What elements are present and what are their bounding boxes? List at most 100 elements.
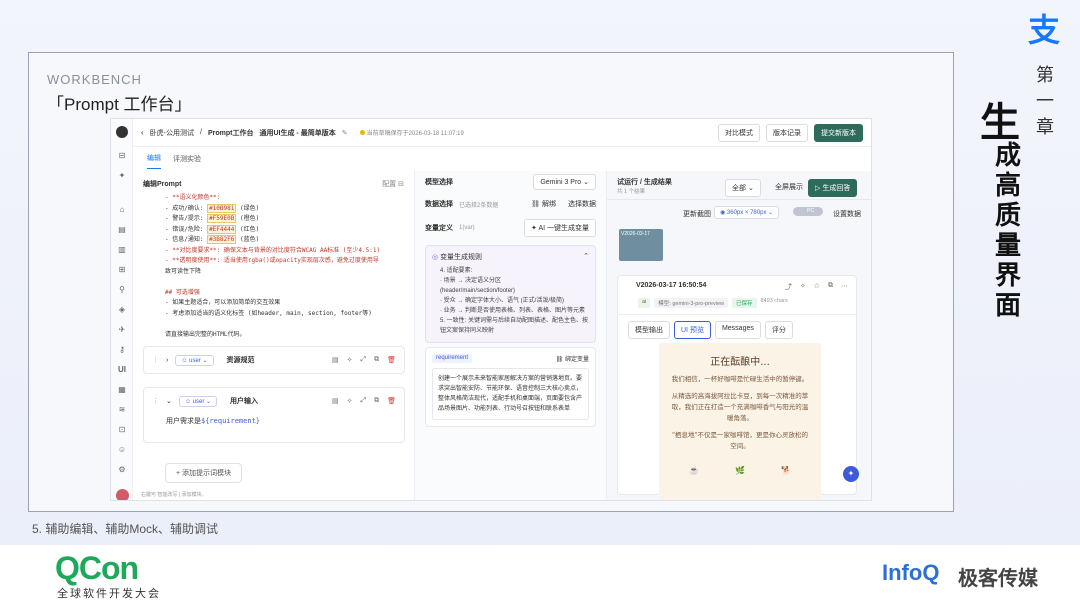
document-icon[interactable]: ▥ [111, 239, 133, 259]
rule-line: 4. 适配要素: [440, 268, 473, 274]
pc-toggle[interactable]: PC [793, 207, 823, 216]
delete-icon[interactable]: 🗑 [387, 397, 396, 405]
fullscreen-icon[interactable]: ⤢ [361, 356, 367, 364]
magic-icon[interactable]: ✧ [800, 282, 806, 292]
drag-handle-icon[interactable]: ⋮ [152, 356, 159, 364]
copy-icon[interactable]: ⧉ [374, 356, 379, 364]
editor-header: 编辑Prompt 配置 ⊟ [133, 171, 414, 193]
magic-icon[interactable]: ✧ [347, 356, 353, 364]
bind-var-button[interactable]: ⛓ 绑定变量 [556, 354, 589, 363]
copy-icon[interactable]: ⧉ [828, 282, 833, 292]
editor-title: 编辑Prompt [143, 181, 182, 188]
breadcrumb-project[interactable]: 卧虎-公用测试 [150, 128, 194, 138]
drag-handle-icon[interactable]: ⋮ [152, 397, 159, 405]
delete-icon[interactable]: 🗑 [387, 356, 396, 364]
prompt-code-editor[interactable]: - **语义化颜色**: - 成功/确认: #10B981 (绿色) - 警告/提示… [133, 193, 414, 340]
qcon-logo: QCon [55, 550, 139, 586]
expand-icon[interactable]: › [166, 357, 168, 364]
infoq-logo: InfoQ [882, 560, 940, 585]
rule-line: · 场景 → 决定语义分区 [440, 278, 501, 284]
model-dropdown[interactable]: Gemini 3 Pro ⌄ [533, 174, 596, 190]
code-line: - 考虑添加适当的语义化标签 (如header, main, section, … [165, 309, 372, 317]
fullscreen-icon[interactable]: ⤢ [361, 397, 367, 405]
refresh-screenshot-button[interactable]: 更新截图 [683, 209, 711, 219]
ai-assistant-fab[interactable]: ✦ [843, 466, 859, 482]
var-value-textarea[interactable]: 创建一个展示未来智能家居解决方案的营销落地页。要求突出智能安防、节能环保、语音控… [432, 368, 589, 420]
role-select[interactable]: ☺ user ⌄ [175, 354, 214, 366]
var-name-tag: requirement [432, 354, 473, 363]
database-icon[interactable]: ▤ [111, 219, 133, 239]
rule-line: 钮文案保持同义映射 [440, 328, 495, 334]
tag-icon[interactable]: ◈ [111, 299, 133, 319]
copy-icon[interactable]: ⧉ [374, 397, 379, 405]
doc-icon[interactable]: ▤ [332, 397, 339, 405]
settings-data-button[interactable]: 设置数据 [833, 209, 861, 219]
breadcrumb-workbench[interactable]: Prompt工作台 [208, 128, 254, 138]
collapse-chevron-icon[interactable]: ⌄ [166, 397, 172, 405]
user-icon[interactable]: ☺ [111, 439, 133, 459]
prompt-editor-panel: 编辑Prompt 配置 ⊟ - **语义化颜色**: - 成功/确认: #10B9… [133, 171, 415, 500]
share-icon[interactable]: ⤴ [785, 282, 792, 292]
ai-generate-var-button[interactable]: ✦ AI 一键生成变量 [524, 219, 596, 237]
version-label: V2026-03-17 16:50:54 [636, 282, 707, 289]
ui-icon[interactable]: UI [111, 359, 133, 379]
tab-edit[interactable]: 编辑 [147, 153, 161, 169]
bot-icon[interactable]: ⊡ [111, 419, 133, 439]
doc-icon[interactable]: ▤ [332, 356, 339, 364]
rocket-icon[interactable]: ✈ [111, 319, 133, 339]
calendar-icon[interactable]: ▦ [111, 379, 133, 399]
compare-mode-button[interactable]: 对比模式 [718, 123, 760, 142]
collapse-icon[interactable]: ⊟ [111, 145, 133, 165]
ai-tag: ai [638, 298, 651, 308]
preview-paragraph-2: 从精选的高海拔阿拉比卡豆，到每一次精准的萃取，我们正在打造一个充满咖啡香气与阳光… [671, 392, 809, 422]
fullscreen-button[interactable]: 全屏展示 [775, 182, 803, 192]
user-input-body[interactable]: 用户需求是${requirement} [144, 414, 404, 428]
dog-icon: 🐕 [781, 466, 791, 475]
code-line: - 如果主题适合，可以添加简单的交互效果 [165, 299, 281, 306]
generate-button[interactable]: ▷ 生成回答 [808, 179, 858, 197]
ui-preview-frame: 正在酝酿中... 我们相信，一杯好咖啡是忙碌生活中的暂停键。 从精选的高海拔阿拉… [659, 343, 821, 500]
avatar[interactable] [111, 485, 133, 500]
rule-collapse-icon[interactable]: ⌃ [583, 252, 589, 262]
home-icon[interactable]: ⌂ [111, 199, 133, 219]
back-icon[interactable]: ‹ [141, 128, 144, 137]
preview-paragraph-3: "栖息地"不仅是一家咖啡馆，更是你心灵放松的空间。 [672, 431, 808, 450]
var-count: 1(var) [459, 225, 475, 231]
size-dropdown[interactable]: ◉ 360px × 780px ⌄ [714, 206, 780, 219]
rule-icon: ◎ [432, 254, 439, 261]
settings-icon[interactable]: ⚙ [111, 459, 133, 479]
tab-messages[interactable]: Messages [714, 321, 761, 339]
unbind-button[interactable]: ⛓ 解绑 [531, 199, 556, 209]
block-title: 资源规范 [226, 357, 255, 364]
tab-ui-preview[interactable]: UI 预览 [674, 321, 711, 339]
config-button[interactable]: 配置 ⊟ [382, 179, 404, 189]
chart-icon[interactable]: ⊞ [111, 259, 133, 279]
result-header: 试运行 / 生成结果 [617, 179, 672, 186]
top-bar: ‹ 卧虎-公用测试 / Prompt工作台 通用UI生成 - 最简单版本 ✎ 当… [133, 119, 871, 147]
coffee-icon: ☕ [689, 466, 699, 475]
rule-line: · 受众 → 确定字体大小、语气 (正式/活泼/极简) [440, 298, 564, 304]
result-thumbnail[interactable]: V2026-03-17 [619, 229, 663, 261]
submit-version-button[interactable]: 提交新版本 [814, 123, 863, 142]
tab-score[interactable]: 评分 [764, 321, 793, 339]
link-icon[interactable]: ⚲ [111, 279, 133, 299]
pin-icon[interactable]: ✦ [111, 165, 133, 185]
version-history-button[interactable]: 版本记录 [766, 123, 808, 142]
magic-icon[interactable]: ✧ [347, 397, 353, 405]
star-icon[interactable]: ☆ [814, 282, 820, 292]
layers-icon[interactable]: ≋ [111, 399, 133, 419]
code-line: 致可读性下降 [165, 267, 202, 275]
data-select-label: 数据选择 [425, 201, 453, 208]
edit-icon[interactable]: ✎ [342, 129, 348, 137]
more-icon[interactable]: ⋯ [841, 282, 848, 292]
prompt-block-resource: ⋮ › ☺ user ⌄ 资源规范 ▤ ✧ ⤢ ⧉ 🗑 [143, 346, 405, 374]
tab-model-output[interactable]: 模型输出 [628, 321, 670, 339]
result-filter-dropdown[interactable]: 全部 ⌄ [725, 179, 761, 197]
var-def-label: 变量定义 [425, 225, 453, 232]
key-icon[interactable]: ⚷ [111, 339, 133, 359]
select-data-button[interactable]: 选择数据 [568, 199, 596, 209]
tab-eval[interactable]: 评测实验 [173, 154, 201, 169]
role-select[interactable]: ☺ user ⌄ [178, 395, 218, 407]
result-panel: 试运行 / 生成结果 共 1 个结果 全部 ⌄ 全屏展示 ▷ 生成回答 更新截图… [607, 171, 871, 500]
add-prompt-module-button[interactable]: + 添加提示词模块 [165, 463, 243, 483]
